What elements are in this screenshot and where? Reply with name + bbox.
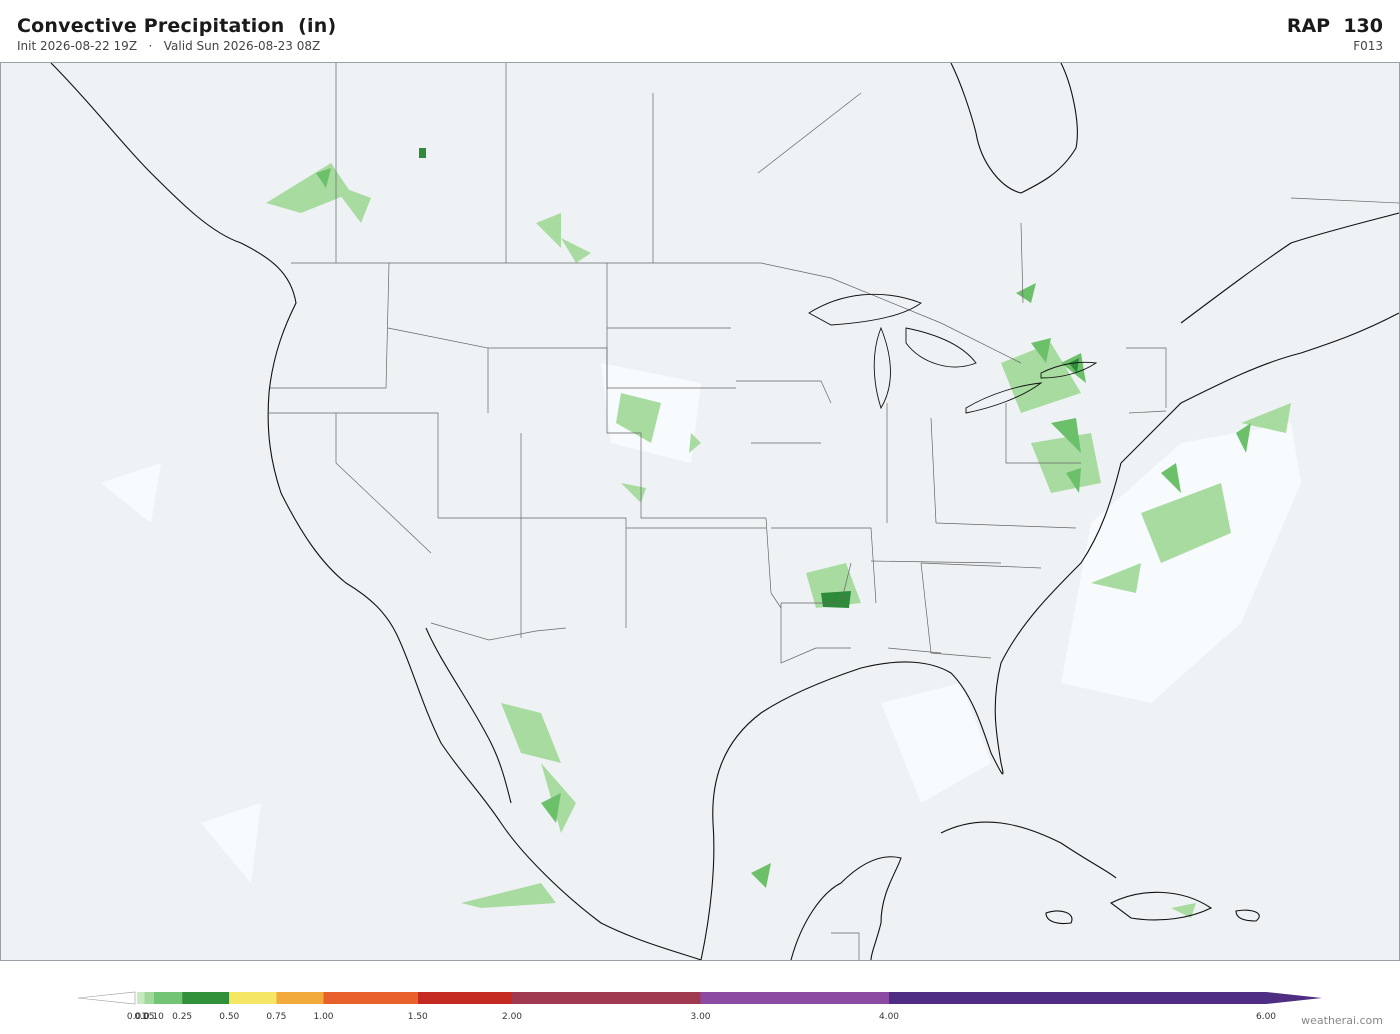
colorbar-tick-label: 2.00 [501,1012,523,1022]
forecast-hour: F013 [1353,39,1383,53]
colorbar-segment [153,992,183,1004]
colorbar-segment [323,992,418,1004]
colorbar-tick-label: 0.50 [219,1012,240,1022]
precip-trace [101,363,1301,883]
colorbar-tick-label: 0.75 [266,1012,287,1022]
colorbar-tick-label: 0.25 [172,1012,193,1022]
precip-heavy [419,148,1079,608]
colorbar-tick-label: 1.00 [313,1012,334,1022]
colorbar-tick-label: 3.00 [690,1012,711,1022]
colorbar-under [77,991,136,1005]
colorbar-segment [182,992,230,1004]
colorbar-svg [77,991,1322,1005]
valid-time: Valid Sun 2026-08-23 08Z [163,39,321,53]
colorbar-segment [276,992,324,1004]
colorbar-segment [136,992,145,1004]
colorbar-tick-label: 0.10 [143,1012,164,1022]
colorbar-segment [512,992,701,1004]
colorbar [0,984,1400,1034]
model-name: RAP 130 [1286,15,1383,37]
run-info: Init 2026-08-22 19Z · Valid Sun 2026-08-… [17,39,320,53]
map-title: Convective Precipitation (in) [17,15,337,37]
colorbar-segment [417,992,512,1004]
map-canvas [50,63,1399,960]
separator: · [148,39,153,53]
colorbar-tick-label: 1.50 [407,1012,428,1022]
colorbar-tick-label: 4.00 [878,1012,900,1022]
init-time: Init 2026-08-22 19Z [17,39,138,53]
colorbar-tick-label: 6.00 [1255,1012,1277,1022]
site-credit: weatherai.com [1301,1014,1383,1027]
colorbar-segment [700,992,889,1004]
colorbar-over [1266,992,1322,1004]
map-panel[interactable] [0,62,1400,961]
colorbar-segment [229,992,277,1004]
colorbar-segment [889,992,1266,1004]
colorbar-segment [144,992,154,1004]
map-header: Convective Precipitation (in) Init 2026-… [0,0,1400,62]
